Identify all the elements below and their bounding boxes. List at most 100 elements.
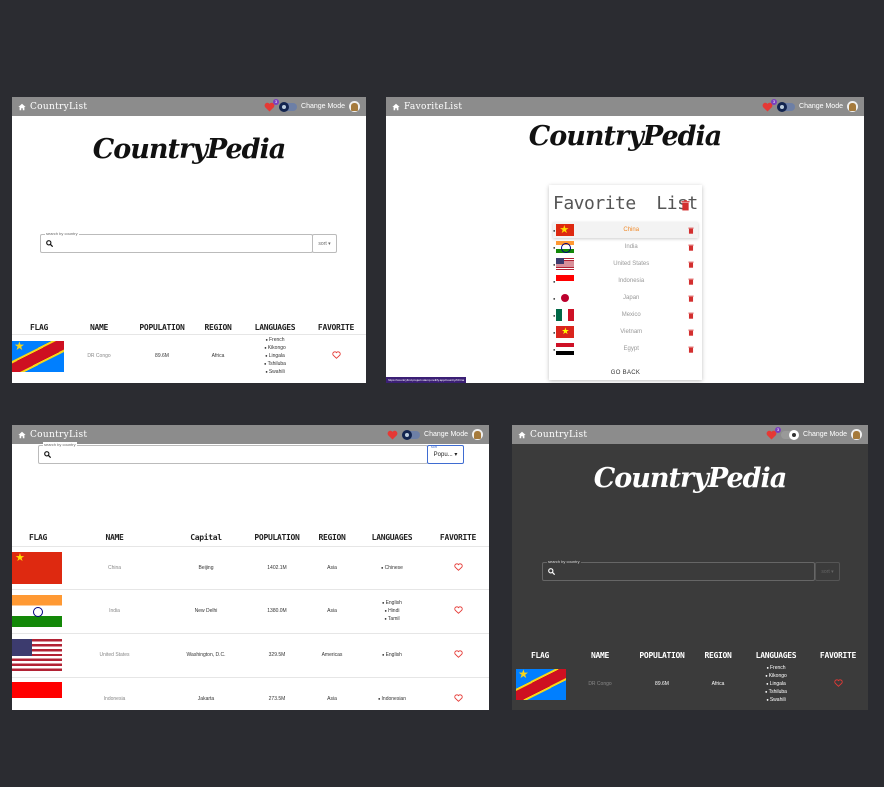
header-favorite[interactable]: FAVORITE (808, 649, 868, 661)
countries-table: FLAG NAME POPULATION REGION LANGUAGES FA… (12, 321, 366, 378)
region-value: Africa (711, 681, 725, 687)
search-input[interactable]: search by country (38, 442, 428, 464)
table-row[interactable]: DR Congo 89.6M Africa FrenchKikongoLinga… (12, 333, 366, 378)
header-capital[interactable]: Capital (165, 529, 247, 546)
favorite-item-china[interactable]: ● China (553, 222, 698, 238)
header-name[interactable]: NAME (66, 321, 132, 334)
country-name[interactable]: Indonesia (64, 676, 165, 710)
app-title[interactable]: CountryList (30, 430, 87, 440)
country-name[interactable]: India (64, 588, 165, 633)
trash-icon[interactable] (688, 261, 694, 268)
mode-toggle[interactable] (777, 101, 796, 112)
capital-value: New Delhi (165, 588, 247, 633)
languages-list: Chinese (357, 564, 427, 572)
favorites-heart-icon[interactable]: 3 (762, 98, 778, 112)
trash-icon[interactable] (688, 244, 694, 251)
avatar[interactable] (349, 101, 360, 112)
favorite-item-indonesia[interactable]: ● Indonesia (553, 273, 698, 289)
mode-toggle[interactable] (402, 429, 421, 440)
favorite-item-india[interactable]: ● India (553, 239, 698, 255)
table-row[interactable]: China Beijing 1402.1M Asia Chinese (12, 545, 489, 589)
favorite-heart-icon[interactable] (453, 650, 463, 658)
header-population[interactable]: POPULATION (132, 321, 192, 334)
table-row[interactable]: Indonesia Jakarta 273.5M Asia Indonesian (12, 676, 489, 710)
mode-toggle[interactable] (781, 429, 800, 440)
trash-icon[interactable] (688, 278, 694, 285)
header-region[interactable]: REGION (692, 649, 744, 661)
favorites-heart-icon[interactable] (387, 430, 398, 440)
favorite-item-vietnam[interactable]: ● Vietnam (553, 324, 698, 340)
flag-indonesia (12, 681, 62, 710)
population-value: 1380.0M (247, 588, 307, 633)
favorite-heart-icon[interactable] (331, 351, 341, 360)
country-name[interactable]: DR Congo (568, 661, 632, 707)
favorites-title: Favorite List (553, 193, 698, 214)
country-name[interactable]: United States (64, 632, 165, 677)
avatar[interactable] (847, 101, 858, 112)
app-bar: CountryList 3 Change Mode (512, 425, 868, 444)
header-region[interactable]: REGION (192, 321, 244, 334)
app-title[interactable]: FavoriteList (404, 102, 462, 112)
go-back-button[interactable]: GO BACK (549, 370, 702, 376)
search-label: search by country (547, 559, 581, 564)
table-row[interactable]: DR Congo 89.6M Africa FrenchKikongoLinga… (512, 661, 868, 707)
languages-list: FrenchKikongoLingalaTshilubaSwahili (244, 336, 306, 376)
table-header-row: FLAG NAME Capital POPULATION REGION LANG… (12, 529, 489, 546)
sort-select[interactable]: sort Popu... ▾ (427, 445, 464, 464)
home-icon[interactable] (518, 431, 526, 439)
flag-indonesia (556, 275, 575, 287)
home-icon[interactable] (18, 431, 26, 439)
panel-home-dark: CountryList 3 Change Mode CountryPedia s… (512, 425, 868, 710)
home-icon[interactable] (392, 103, 400, 111)
header-name[interactable]: NAME (568, 649, 632, 661)
favorite-item-mexico[interactable]: ● Mexico (553, 307, 698, 323)
header-flag[interactable]: FLAG (12, 529, 64, 546)
favorite-heart-icon[interactable] (453, 606, 463, 614)
favorite-heart-icon[interactable] (833, 679, 843, 687)
avatar[interactable] (851, 429, 862, 440)
delete-all-icon[interactable] (681, 200, 690, 211)
sort-select[interactable]: sort ▾ (815, 562, 840, 581)
header-flag[interactable]: FLAG (512, 649, 568, 661)
avatar[interactable] (472, 429, 483, 440)
header-languages[interactable]: LANGUAGES (357, 529, 427, 546)
header-population[interactable]: POPULATION (247, 529, 307, 546)
header-favorite[interactable]: FAVORITE (427, 529, 489, 546)
favorite-heart-icon[interactable] (453, 694, 463, 703)
trash-icon[interactable] (688, 295, 694, 302)
country-name[interactable]: DR Congo (66, 333, 132, 378)
table-row[interactable]: United States Washington, D.C. 329.5M Am… (12, 632, 489, 677)
header-flag[interactable]: FLAG (12, 321, 66, 334)
favorite-heart-icon[interactable] (453, 562, 463, 571)
header-favorite[interactable]: FAVORITE (306, 321, 366, 334)
favorites-heart-icon[interactable]: 3 (264, 98, 280, 112)
trash-icon[interactable] (688, 329, 694, 336)
header-population[interactable]: POPULATION (632, 649, 692, 661)
app-title[interactable]: CountryList (530, 430, 587, 440)
trash-icon[interactable] (688, 227, 694, 234)
header-name[interactable]: NAME (64, 529, 165, 546)
favorites-heart-icon[interactable]: 3 (766, 426, 782, 440)
favorite-item-japan[interactable]: ● Japan (553, 290, 698, 306)
header-languages[interactable]: LANGUAGES (244, 321, 306, 334)
country-name[interactable]: China (64, 545, 165, 589)
trash-icon[interactable] (688, 346, 694, 353)
population-value: 1402.1M (247, 545, 307, 589)
favorite-item-egypt[interactable]: ● Egypt (553, 341, 698, 357)
search-input[interactable]: search by country (40, 231, 313, 253)
trash-icon[interactable] (688, 312, 694, 319)
flag-dr-congo (516, 668, 566, 700)
app-title[interactable]: CountryList (30, 102, 87, 112)
languages-list: Indonesian (357, 695, 427, 703)
panel-sorted-list: CountryList Change Mode search by countr… (12, 425, 489, 710)
app-logo: CountryPedia (92, 134, 287, 165)
header-region[interactable]: REGION (307, 529, 357, 546)
search-input[interactable]: search by country (542, 559, 815, 581)
mode-toggle[interactable] (279, 101, 298, 112)
header-languages[interactable]: LANGUAGES (744, 649, 808, 661)
home-icon[interactable] (18, 103, 26, 111)
favorite-item-united-states[interactable]: ● United States (553, 256, 698, 272)
capital-value: Beijing (165, 545, 247, 589)
sort-select[interactable]: sort ▾ (312, 234, 337, 253)
table-row[interactable]: India New Delhi 1380.0M Asia EnglishHind… (12, 588, 489, 633)
